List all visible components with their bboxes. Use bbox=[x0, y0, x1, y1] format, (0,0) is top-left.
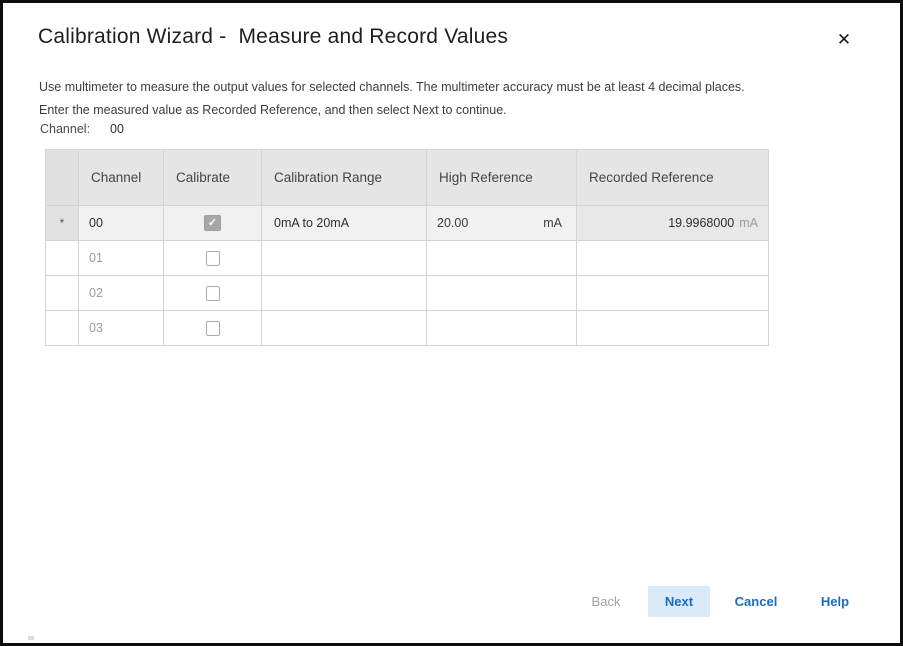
channel-cell: 03 bbox=[79, 311, 164, 346]
recorded-reference-cell[interactable]: 19.9968000 mA bbox=[577, 206, 769, 241]
description-line-2: Enter the measured value as Recorded Ref… bbox=[39, 99, 869, 122]
dialog-description: Use multimeter to measure the output val… bbox=[39, 76, 869, 122]
high-reference-value: 20.00 bbox=[437, 216, 468, 230]
calibrate-cell bbox=[164, 241, 262, 276]
table-row[interactable]: 03 bbox=[46, 311, 769, 346]
stray-pixel-artifact bbox=[28, 636, 34, 640]
table-header-row: Channel Calibrate Calibration Range High… bbox=[46, 150, 769, 206]
recorded-reference-cell[interactable] bbox=[577, 311, 769, 346]
calibrate-checkbox[interactable]: ✓ bbox=[204, 215, 221, 231]
calibration-wizard-dialog: Calibration Wizard - Measure and Record … bbox=[0, 0, 903, 646]
channel-cell: 00 bbox=[79, 206, 164, 241]
high-reference-unit: mA bbox=[543, 216, 562, 230]
recorded-reference-cell[interactable] bbox=[577, 241, 769, 276]
column-header-channel: Channel bbox=[79, 150, 164, 206]
channel-indicator: Channel: 00 bbox=[40, 122, 124, 136]
table-row[interactable]: 02 bbox=[46, 276, 769, 311]
calibration-range-cell bbox=[262, 311, 427, 346]
table-row[interactable]: 01 bbox=[46, 241, 769, 276]
row-selector-cell[interactable] bbox=[46, 276, 79, 311]
row-selector-cell[interactable]: * bbox=[46, 206, 79, 241]
column-header-high-reference: High Reference bbox=[427, 150, 577, 206]
calibration-range-cell bbox=[262, 241, 427, 276]
high-reference-cell bbox=[427, 241, 577, 276]
calibrate-cell: ✓ bbox=[164, 206, 262, 241]
column-header-calibrate: Calibrate bbox=[164, 150, 262, 206]
close-icon[interactable]: ✕ bbox=[831, 27, 857, 53]
cancel-button[interactable]: Cancel bbox=[726, 586, 786, 617]
column-header-calibration-range: Calibration Range bbox=[262, 150, 427, 206]
calibrate-checkbox[interactable] bbox=[206, 321, 220, 336]
next-button[interactable]: Next bbox=[648, 586, 710, 617]
channel-label: Channel: bbox=[40, 122, 90, 136]
column-header-recorded-reference: Recorded Reference bbox=[577, 150, 769, 206]
description-line-1: Use multimeter to measure the output val… bbox=[39, 76, 869, 99]
calibrate-checkbox[interactable] bbox=[206, 251, 220, 266]
recorded-reference-unit: mA bbox=[739, 216, 758, 230]
calibrate-cell bbox=[164, 276, 262, 311]
channel-cell: 01 bbox=[79, 241, 164, 276]
calibrate-cell bbox=[164, 311, 262, 346]
row-selector-cell[interactable] bbox=[46, 241, 79, 276]
channel-cell: 02 bbox=[79, 276, 164, 311]
high-reference-cell bbox=[427, 311, 577, 346]
back-button: Back bbox=[576, 586, 636, 617]
high-reference-cell: 20.00 mA bbox=[427, 206, 577, 241]
page-title: Calibration Wizard - Measure and Record … bbox=[38, 25, 508, 49]
channel-value: 00 bbox=[110, 122, 124, 136]
row-selector-cell[interactable] bbox=[46, 311, 79, 346]
recorded-reference-value[interactable]: 19.9968000 bbox=[668, 216, 734, 230]
calibration-range-cell: 0mA to 20mA bbox=[262, 206, 427, 241]
calibrate-checkbox[interactable] bbox=[206, 286, 220, 301]
calibration-table: Channel Calibrate Calibration Range High… bbox=[45, 149, 769, 346]
high-reference-cell bbox=[427, 276, 577, 311]
corner-header-cell bbox=[46, 150, 79, 206]
help-button[interactable]: Help bbox=[805, 586, 865, 617]
calibration-range-cell bbox=[262, 276, 427, 311]
table-row[interactable]: * 00 ✓ 0mA to 20mA 20.00 mA 19.9968000 m… bbox=[46, 206, 769, 241]
recorded-reference-cell[interactable] bbox=[577, 276, 769, 311]
